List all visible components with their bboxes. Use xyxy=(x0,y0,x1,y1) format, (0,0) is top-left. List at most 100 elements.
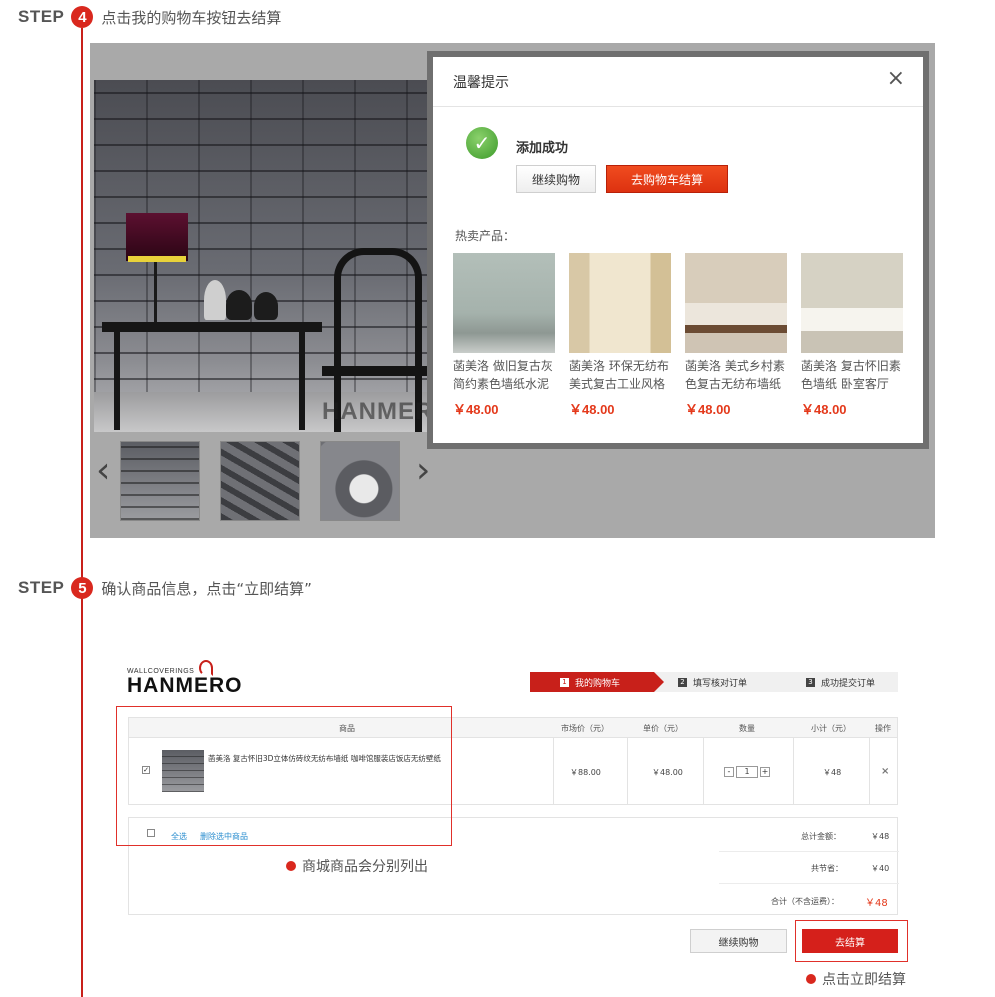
grand-total-label: 合计（不含运费）： xyxy=(771,897,839,906)
note-text: 商城商品会分别列出 xyxy=(302,859,428,875)
column-divider xyxy=(553,738,554,804)
logo-mark-icon xyxy=(199,660,213,676)
progress-step-cart: 1 我的购物车 xyxy=(530,672,664,692)
teapot xyxy=(254,292,278,320)
column-divider xyxy=(627,738,628,804)
note-products-listed: 商城商品会分别列出 xyxy=(286,856,428,876)
hot-product-name[interactable]: 菡美洛 环保无纺布美式复古工业风格 xyxy=(569,357,671,395)
hot-product-image[interactable] xyxy=(569,253,671,353)
hot-product-price: ￥48.00 xyxy=(801,402,847,417)
progress-step-fill-order: 2 填写核对订单 xyxy=(678,672,747,692)
hot-product-card[interactable]: 菡美洛 环保无纺布美式复古工业风格 ￥48.00 xyxy=(569,253,671,418)
hot-product-price: ￥48.00 xyxy=(685,402,731,417)
step4-number: 4 xyxy=(71,6,94,28)
highlight-box-checkout xyxy=(795,920,908,962)
summary-divider xyxy=(719,883,899,884)
bullet-dot-icon xyxy=(286,861,296,871)
hot-product-price: ￥48.00 xyxy=(569,402,615,417)
grand-total-value: ￥48 xyxy=(865,898,888,909)
thumbnail-strip: ‹ › xyxy=(94,439,432,523)
table-top xyxy=(102,322,322,332)
hot-product-card[interactable]: 菡美洛 做旧复古灰简约素色墙纸水泥 ￥48.00 xyxy=(453,253,555,418)
progress-step-number: 3 xyxy=(806,677,815,687)
lamp-shade xyxy=(126,213,188,261)
chevron-right-icon[interactable]: › xyxy=(416,453,430,489)
hot-product-card[interactable]: 菡美洛 复古怀旧素色墙纸 卧室客厅 ￥48.00 xyxy=(801,253,903,418)
table-leg xyxy=(114,330,120,430)
add-to-cart-dialog: 温馨提示 × ✓ 添加成功 继续购物 去购物车结算 热卖产品： 菡美洛 做旧复古… xyxy=(427,51,929,449)
cart-item-subtotal: ￥48 xyxy=(823,768,842,777)
step5-header: STEP 5 确认商品信息，点击“立即结算” xyxy=(18,575,312,601)
progress-step-label: 我的购物车 xyxy=(575,678,621,689)
header-market-price: 市场价（元） xyxy=(561,724,609,733)
cart-item-market-price: ￥88.00 xyxy=(570,768,601,777)
product-main-image: HANMERO xyxy=(94,80,432,432)
close-icon[interactable]: × xyxy=(887,68,905,90)
image-watermark: HANMERO xyxy=(322,398,432,425)
lamp-glow xyxy=(128,256,186,262)
hot-products-label: 热卖产品： xyxy=(455,229,516,243)
thumbnail-3[interactable] xyxy=(320,441,400,521)
quantity-input[interactable]: 1 xyxy=(736,766,758,778)
hot-product-image[interactable] xyxy=(685,253,787,353)
hot-product-price: ￥48.00 xyxy=(453,402,499,417)
saved-label: 共节省： xyxy=(811,864,843,873)
summary-divider xyxy=(719,851,899,852)
success-check-icon: ✓ xyxy=(466,127,498,159)
continue-shopping-button[interactable]: 继续购物 xyxy=(516,165,596,193)
chair-seat xyxy=(322,366,432,376)
cart-item-unit-price: ￥48.00 xyxy=(652,768,683,777)
total-value: ￥48 xyxy=(871,832,890,841)
success-message: 添加成功 xyxy=(516,141,569,156)
table-leg xyxy=(299,330,305,430)
highlight-box-products xyxy=(116,706,452,846)
product-page-screenshot: HANMERO ‹ › 温馨提示 × ✓ 添加成功 继续购物 去购物车结算 热卖… xyxy=(90,43,935,538)
dialog-header: 温馨提示 xyxy=(433,57,923,107)
hot-product-image[interactable] xyxy=(453,253,555,353)
quantity-stepper: - 1 + xyxy=(724,766,770,778)
checkout-progress: 1 我的购物车 2 填写核对订单 3 成功提交订单 xyxy=(530,672,898,692)
step4-header: STEP 4 点击我的购物车按钮去结算 xyxy=(18,4,281,30)
column-divider xyxy=(869,738,870,804)
step-timeline xyxy=(81,28,83,997)
go-to-cart-checkout-button[interactable]: 去购物车结算 xyxy=(606,165,728,193)
progress-step-label: 成功提交订单 xyxy=(821,678,876,689)
note-text: 点击立即结算 xyxy=(822,972,906,988)
header-quantity: 数量 xyxy=(739,724,755,733)
quantity-minus-button[interactable]: - xyxy=(724,767,734,777)
step4-word: STEP xyxy=(18,7,65,26)
step4-description: 点击我的购物车按钮去结算 xyxy=(101,8,282,27)
bullet-dot-icon xyxy=(806,974,816,984)
continue-shopping-button[interactable]: 继续购物 xyxy=(690,929,787,953)
thumbnail-2[interactable] xyxy=(220,441,300,521)
header-action: 操作 xyxy=(875,724,891,733)
hot-product-name[interactable]: 菡美洛 做旧复古灰简约素色墙纸水泥 xyxy=(453,357,555,395)
teapot xyxy=(226,290,252,320)
progress-step-submit: 3 成功提交订单 xyxy=(806,672,875,692)
lamp-pole xyxy=(154,262,157,322)
logo-wordmark: HANMERO xyxy=(127,674,243,697)
saved-value: ￥40 xyxy=(871,864,890,873)
note-checkout-now: 点击立即结算 xyxy=(806,969,906,989)
progress-step-number: 1 xyxy=(560,677,569,687)
hot-product-card[interactable]: 菡美洛 美式乡村素色复古无纺布墙纸 ￥48.00 xyxy=(685,253,787,418)
step5-description: 确认商品信息，点击“立即结算” xyxy=(101,579,312,598)
delete-item-icon[interactable]: × xyxy=(881,766,889,777)
dialog-body: 温馨提示 × ✓ 添加成功 继续购物 去购物车结算 热卖产品： 菡美洛 做旧复古… xyxy=(433,57,923,443)
column-divider xyxy=(703,738,704,804)
hot-product-name[interactable]: 菡美洛 美式乡村素色复古无纺布墙纸 xyxy=(685,357,787,395)
quantity-plus-button[interactable]: + xyxy=(760,767,770,777)
thumbnail-1[interactable] xyxy=(120,441,200,521)
step5-number: 5 xyxy=(71,577,94,599)
column-divider xyxy=(793,738,794,804)
chevron-left-icon[interactable]: ‹ xyxy=(96,453,110,489)
hot-product-name[interactable]: 菡美洛 复古怀旧素色墙纸 卧室客厅 xyxy=(801,357,903,395)
step5-word: STEP xyxy=(18,578,65,597)
header-subtotal: 小计（元） xyxy=(811,724,851,733)
vase xyxy=(204,280,226,320)
dialog-title: 温馨提示 xyxy=(453,74,509,91)
total-label: 总计金额： xyxy=(801,832,841,841)
header-unit-price: 单价（元） xyxy=(643,724,683,733)
hot-product-image[interactable] xyxy=(801,253,903,353)
progress-step-number: 2 xyxy=(678,677,687,687)
